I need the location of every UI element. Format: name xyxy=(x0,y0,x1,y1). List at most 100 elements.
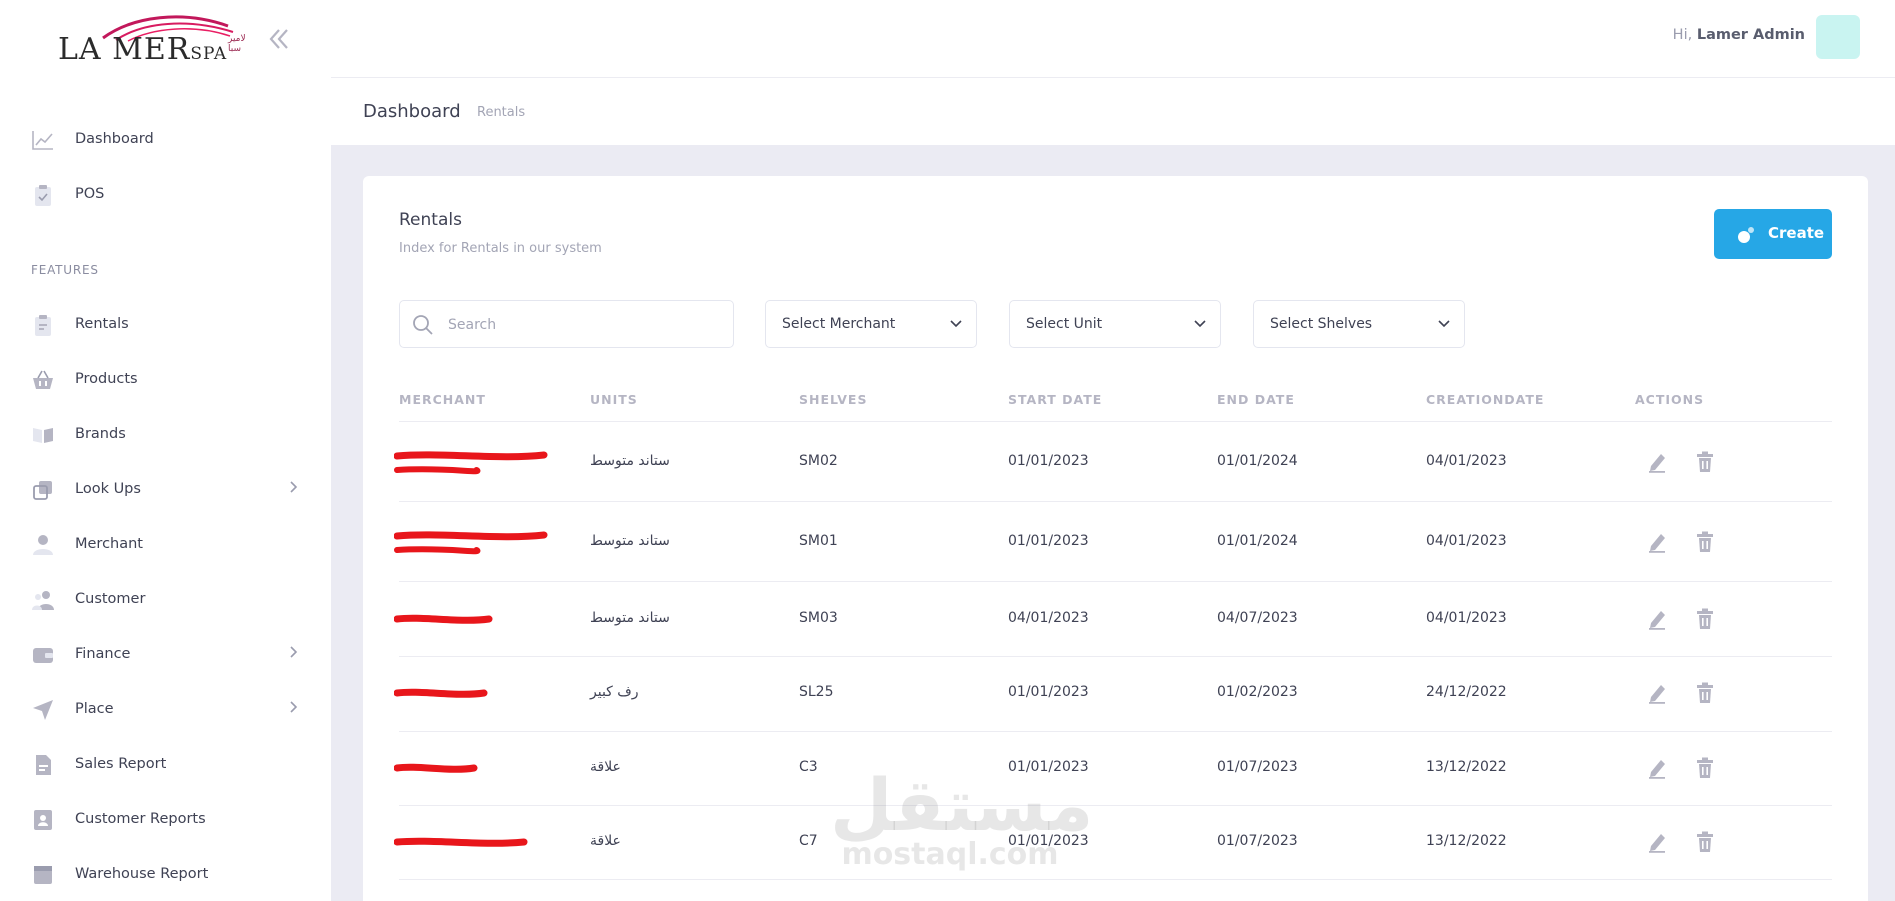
sidebar-item-customer[interactable]: Customer xyxy=(0,580,331,620)
sidebar-item-label: Customer xyxy=(75,591,146,607)
edit-icon[interactable] xyxy=(1647,757,1667,783)
sidebar-item-brands[interactable]: Brands xyxy=(0,415,331,455)
cell-created: 13/12/2022 xyxy=(1426,833,1507,849)
cell-created: 04/01/2023 xyxy=(1426,453,1507,469)
contact-card-icon xyxy=(31,808,55,832)
create-button[interactable]: Create xyxy=(1714,209,1832,259)
sidebar-item-label: Sales Report xyxy=(75,756,167,772)
brand-arabic: لامير سبا xyxy=(228,34,246,54)
select-shelves[interactable]: Select Shelves xyxy=(1253,300,1465,348)
cell-start: 01/01/2023 xyxy=(1008,453,1089,469)
row-divider xyxy=(399,501,1832,502)
cell-shelf: C3 xyxy=(799,759,818,775)
cell-end: 04/07/2023 xyxy=(1217,610,1298,626)
sidebar-item-customer-reports[interactable]: Customer Reports xyxy=(0,800,331,840)
row-divider xyxy=(399,421,1832,422)
column-header-merchant[interactable]: MERCHANT xyxy=(399,392,486,407)
chart-line-icon xyxy=(31,128,55,152)
chevron-down-icon xyxy=(1438,320,1450,328)
redacted-merchant xyxy=(393,605,499,639)
sidebar-item-rentals[interactable]: Rentals xyxy=(0,305,331,345)
trash-icon[interactable] xyxy=(1696,608,1714,634)
user-icon xyxy=(31,533,55,557)
cell-start: 04/01/2023 xyxy=(1008,610,1089,626)
select-unit[interactable]: Select Unit xyxy=(1009,300,1221,348)
cell-start: 01/01/2023 xyxy=(1008,759,1089,775)
user-greeting[interactable]: Hi, Lamer Admin xyxy=(1673,27,1805,43)
trash-icon[interactable] xyxy=(1696,531,1714,557)
cell-unit: علاقة xyxy=(590,759,621,775)
edit-icon[interactable] xyxy=(1647,831,1667,857)
card-title: Rentals xyxy=(399,210,462,230)
cell-shelf: SM01 xyxy=(799,533,838,549)
column-header-units[interactable]: UNITS xyxy=(590,392,638,407)
subheader: Dashboard Rentals xyxy=(331,78,1895,145)
rentals-card: Rentals Index for Rentals in our system … xyxy=(363,176,1868,901)
redacted-merchant xyxy=(393,448,554,482)
sidebar-item-warehouse-report[interactable]: Warehouse Report xyxy=(0,855,331,895)
brand-name: LA MERSPA xyxy=(58,32,228,67)
avatar[interactable] xyxy=(1816,15,1860,59)
sidebar-item-label: Products xyxy=(75,371,138,387)
cell-shelf: C7 xyxy=(799,833,818,849)
edit-icon[interactable] xyxy=(1647,682,1667,708)
select-merchant[interactable]: Select Merchant xyxy=(765,300,977,348)
collapse-sidebar-icon[interactable] xyxy=(266,26,292,52)
clipboard-icon xyxy=(31,313,55,337)
breadcrumb[interactable]: Rentals xyxy=(477,105,525,120)
search-input[interactable] xyxy=(448,313,718,337)
card-subtitle: Index for Rentals in our system xyxy=(399,241,602,256)
trash-icon[interactable] xyxy=(1696,757,1714,783)
cell-start: 01/01/2023 xyxy=(1008,833,1089,849)
users-icon xyxy=(31,588,55,612)
trash-icon[interactable] xyxy=(1696,451,1714,477)
brand-logo[interactable]: LA MERSPA لامير سبا xyxy=(58,12,246,68)
sidebar-item-label: Look Ups xyxy=(75,481,141,497)
sidebar-item-label: Dashboard xyxy=(75,131,154,147)
sidebar-item-products[interactable]: Products xyxy=(0,360,331,400)
sidebar-item-dashboard[interactable]: Dashboard xyxy=(0,120,331,160)
edit-icon[interactable] xyxy=(1647,531,1667,557)
cell-end: 01/07/2023 xyxy=(1217,833,1298,849)
sidebar-item-label: Warehouse Report xyxy=(75,866,209,882)
sidebar-item-pos[interactable]: POS xyxy=(0,175,331,215)
edit-icon[interactable] xyxy=(1647,608,1667,634)
search-icon xyxy=(413,315,433,335)
chevron-right-icon xyxy=(286,645,300,663)
column-header-shelves[interactable]: SHELVES xyxy=(799,392,867,407)
basket-icon xyxy=(31,368,55,392)
column-header-end-date[interactable]: END DATE xyxy=(1217,392,1295,407)
cell-unit: ستاند متوسط xyxy=(590,533,670,549)
cell-end: 01/01/2024 xyxy=(1217,453,1298,469)
chevron-right-icon xyxy=(286,700,300,718)
trash-icon[interactable] xyxy=(1696,682,1714,708)
sidebar-item-look-ups[interactable]: Look Ups xyxy=(0,470,331,510)
sidebar-item-sales-report[interactable]: Sales Report xyxy=(0,745,331,785)
cell-shelf: SM02 xyxy=(799,453,838,469)
cell-shelf: SM03 xyxy=(799,610,838,626)
column-header-creationdate[interactable]: CREATIONDATE xyxy=(1426,392,1544,407)
user-name: Lamer Admin xyxy=(1696,27,1805,43)
row-divider xyxy=(399,581,1832,582)
sidebar-section-features: FEATURES xyxy=(31,263,99,277)
create-icon xyxy=(1738,227,1754,243)
cell-created: 04/01/2023 xyxy=(1426,610,1507,626)
cell-unit: رف كبير xyxy=(590,684,639,700)
sidebar-item-place[interactable]: Place xyxy=(0,690,331,730)
column-header-actions[interactable]: ACTIONS xyxy=(1635,392,1704,407)
row-divider xyxy=(399,656,1832,657)
sidebar-item-merchant[interactable]: Merchant xyxy=(0,525,331,565)
search-field[interactable] xyxy=(399,300,734,348)
page-title: Dashboard xyxy=(363,101,461,122)
cell-created: 24/12/2022 xyxy=(1426,684,1507,700)
row-divider xyxy=(399,879,1832,880)
cell-unit: ستاند متوسط xyxy=(590,610,670,626)
edit-icon[interactable] xyxy=(1647,451,1667,477)
trash-icon[interactable] xyxy=(1696,831,1714,857)
redacted-merchant xyxy=(393,754,484,788)
redacted-merchant xyxy=(393,828,534,862)
sidebar-item-label: Customer Reports xyxy=(75,811,206,827)
column-header-start-date[interactable]: START DATE xyxy=(1008,392,1102,407)
create-button-label: Create xyxy=(1768,224,1825,242)
sidebar-item-finance[interactable]: Finance xyxy=(0,635,331,675)
